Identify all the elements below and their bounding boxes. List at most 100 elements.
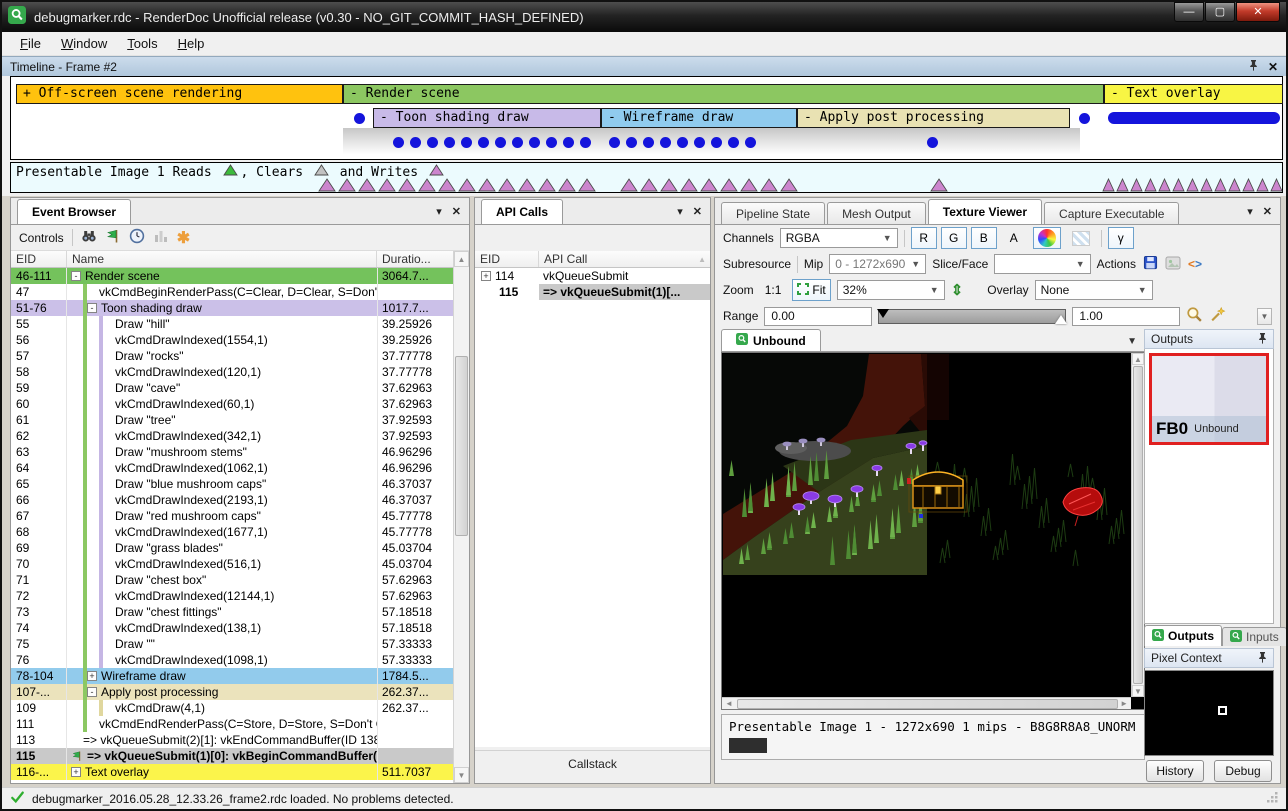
scroll-up-icon[interactable]: ▲ (698, 255, 710, 264)
event-row[interactable]: 51-76-Toon shading draw1017.7... (11, 300, 453, 316)
event-marker-dot[interactable] (660, 137, 671, 148)
event-row[interactable]: 72vkCmdDrawIndexed(12144,1)57.62963 (11, 588, 453, 604)
chevron-down-icon[interactable]: ▼ (1127, 336, 1145, 351)
tab-inputs[interactable]: Inputs (1222, 627, 1287, 646)
scroll-right-icon[interactable]: ► (1117, 699, 1131, 708)
event-marker-dot[interactable] (609, 137, 620, 148)
view-code-icon[interactable]: <> (1188, 257, 1202, 271)
event-marker-dot[interactable] (444, 137, 455, 148)
channel-r-toggle[interactable]: R (911, 227, 937, 249)
event-row[interactable]: 60vkCmdDrawIndexed(60,1)37.62963 (11, 396, 453, 412)
timeline-bar[interactable]: - Toon shading draw (373, 108, 601, 128)
event-row[interactable]: 115=> vkQueueSubmit(1)[0]: vkBeginComman… (11, 748, 453, 764)
range-black-marker[interactable] (877, 309, 889, 318)
event-marker-dot[interactable] (694, 137, 705, 148)
debug-button[interactable]: Debug (1214, 760, 1272, 782)
scroll-down-icon[interactable]: ▼ (1132, 685, 1144, 697)
tab-pipeline-state[interactable]: Pipeline State (721, 202, 825, 224)
chevron-down-icon[interactable]: ▾ (436, 205, 442, 218)
event-marker-dot[interactable] (410, 137, 421, 148)
event-row[interactable]: 63Draw "mushroom stems"46.96296 (11, 444, 453, 460)
menu-item-help[interactable]: Help (168, 33, 215, 54)
write-markers-strip[interactable] (930, 178, 948, 196)
timeline-bar[interactable]: + Off-screen scene rendering (16, 84, 343, 104)
event-row[interactable]: 58vkCmdDrawIndexed(120,1)37.77778 (11, 364, 453, 380)
tab-capture-executable[interactable]: Capture Executable (1044, 202, 1179, 224)
event-marker-dot[interactable] (745, 137, 756, 148)
alpha-checker-toggle[interactable] (1067, 227, 1095, 249)
viewport-hscrollbar[interactable]: ◄ ► (722, 697, 1131, 709)
tab-mesh-output[interactable]: Mesh Output (827, 202, 926, 224)
event-row[interactable]: 107-...-Apply post processing262.37... (11, 684, 453, 700)
resize-grip[interactable] (1267, 792, 1278, 806)
event-row[interactable]: 111vkCmdEndRenderPass(C=Store, D=Store, … (11, 716, 453, 732)
close-button[interactable]: ✕ (1236, 2, 1280, 22)
expand-icon[interactable]: + (481, 271, 491, 281)
expand-icon[interactable]: + (71, 767, 81, 777)
event-row[interactable]: 116-...+Text overlay511.7037 (11, 764, 453, 780)
event-marker-dot[interactable] (495, 137, 506, 148)
overlay-select[interactable]: None ▼ (1035, 280, 1153, 300)
event-row[interactable]: 75Draw ""57.33333 (11, 636, 453, 652)
event-marker-dot[interactable] (461, 137, 472, 148)
time-draws-icon[interactable] (129, 228, 145, 247)
resource-usage-strip[interactable]: Presentable Image 1 Reads , Clears and W… (10, 162, 1283, 193)
event-row[interactable]: 69Draw "grass blades"45.03704 (11, 540, 453, 556)
range-white-marker[interactable] (1055, 315, 1067, 324)
event-marker-dot[interactable] (1079, 113, 1090, 124)
event-row[interactable]: 78-104+Wireframe draw1784.5... (11, 668, 453, 684)
api-call-row[interactable]: 115=> vkQueueSubmit(1)[... (475, 284, 710, 300)
event-marker-dot[interactable] (927, 137, 938, 148)
collapse-icon[interactable]: - (87, 687, 97, 697)
range-max-field[interactable]: 1.00 (1072, 307, 1180, 326)
history-button[interactable]: History (1146, 760, 1204, 782)
collapse-icon[interactable]: - (71, 271, 81, 281)
viewport-vscrollbar[interactable]: ▲ ▼ (1131, 353, 1144, 697)
column-eid[interactable]: EID (11, 251, 67, 267)
fb0-thumbnail[interactable]: FB0 Unbound (1149, 353, 1269, 445)
column-eid[interactable]: EID (475, 251, 539, 267)
write-markers-strip[interactable] (1102, 178, 1283, 196)
chevron-down-icon[interactable]: ▾ (1247, 205, 1253, 218)
timeline-bar[interactable]: - Text overlay (1104, 84, 1283, 104)
menu-item-file[interactable]: File (10, 33, 51, 54)
event-row[interactable]: 62vkCmdDrawIndexed(342,1)37.92593 (11, 428, 453, 444)
rendered-scene-image[interactable] (723, 354, 1130, 580)
event-marker-dot[interactable] (393, 137, 404, 148)
pixel-context-view[interactable] (1144, 670, 1274, 756)
timeline-bar[interactable]: - Render scene (343, 84, 1104, 104)
event-row[interactable]: 73Draw "chest fittings"57.18518 (11, 604, 453, 620)
statistics-icon[interactable] (153, 228, 169, 247)
scroll-up-icon[interactable]: ▲ (1132, 353, 1144, 365)
bookmark-icon[interactable]: ✱ (177, 228, 190, 248)
close-icon[interactable]: ✕ (452, 205, 461, 218)
api-call-row[interactable]: +114vkQueueSubmit (475, 268, 710, 284)
event-row[interactable]: 64vkCmdDrawIndexed(1062,1)46.96296 (11, 460, 453, 476)
event-row[interactable]: 46-111-Render scene3064.7... (11, 268, 453, 284)
channel-a-toggle[interactable]: A (1001, 227, 1027, 249)
colorwheel-toggle[interactable] (1033, 227, 1061, 249)
timeline-bar[interactable]: - Wireframe draw (601, 108, 797, 128)
event-row[interactable]: 66vkCmdDrawIndexed(2193,1)46.37037 (11, 492, 453, 508)
save-texture-icon[interactable] (1143, 255, 1158, 273)
scroll-left-icon[interactable]: ◄ (722, 699, 736, 708)
open-resource-icon[interactable] (1165, 256, 1181, 273)
event-marker-dot[interactable] (711, 137, 722, 148)
expand-icon[interactable]: + (87, 671, 97, 681)
write-markers-strip[interactable] (620, 178, 798, 196)
zoom-select[interactable]: 32% ▼ (837, 280, 945, 300)
timeline-canvas[interactable]: + Off-screen scene rendering- Render sce… (10, 76, 1283, 160)
event-browser-scrollbar[interactable]: ▲ ▼ (453, 251, 469, 783)
event-row[interactable]: 113=> vkQueueSubmit(2)[1]: vkEndCommandB… (11, 732, 453, 748)
write-markers-strip[interactable] (318, 178, 596, 196)
event-marker-dot[interactable] (643, 137, 654, 148)
event-row[interactable]: 74vkCmdDrawIndexed(138,1)57.18518 (11, 620, 453, 636)
minimize-button[interactable]: — (1174, 2, 1204, 22)
event-marker-dot[interactable] (580, 137, 591, 148)
channel-b-toggle[interactable]: B (971, 227, 997, 249)
tab-api-calls[interactable]: API Calls (481, 199, 563, 224)
pin-icon[interactable] (1258, 332, 1267, 347)
close-icon[interactable]: ✕ (1268, 60, 1278, 74)
gamma-toggle[interactable]: γ (1108, 227, 1134, 249)
toolbar-overflow-button[interactable]: ▼ (1257, 308, 1272, 325)
